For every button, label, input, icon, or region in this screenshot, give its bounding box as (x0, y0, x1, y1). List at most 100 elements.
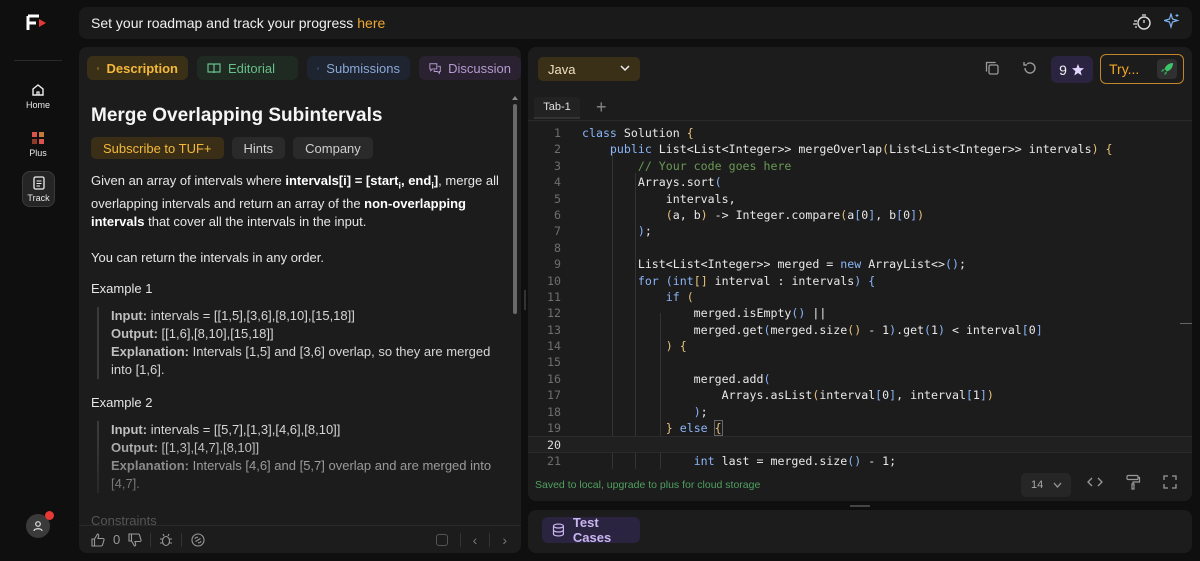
problem-panel: Description Editorial Submissions Discus… (79, 47, 521, 553)
thumbs-up-icon[interactable] (91, 532, 105, 547)
test-cases-panel: Test Cases (528, 510, 1192, 553)
test-cases-label: Test Cases (572, 515, 612, 545)
checkbox[interactable] (435, 533, 448, 546)
footer-divider (459, 532, 461, 547)
home-icon (32, 83, 44, 96)
code-line: 2 public List<List<Integer>> mergeOverla… (554, 142, 1113, 157)
paint-roller-icon[interactable] (1125, 474, 1141, 490)
bug-report-icon[interactable] (159, 533, 173, 547)
nav-track[interactable]: Track (22, 171, 55, 207)
code-editor-panel: Java 9 Try... Tab-1 + 1 class Solution { … (528, 47, 1192, 501)
code-line: 8 (554, 240, 561, 255)
nav-track-label: Track (27, 192, 50, 203)
hints-button[interactable]: Hints (231, 137, 286, 159)
code-line: 19 } else { (547, 420, 723, 437)
code-line: 16 merged.add( (547, 371, 771, 386)
font-size-select[interactable]: 14 (1021, 473, 1071, 497)
problem-footer: 0 ‹ › (79, 525, 521, 553)
saved-status: Saved to local, upgrade to plus for clou… (535, 479, 761, 491)
nav-plus[interactable]: Plus (17, 124, 59, 164)
share-link-icon[interactable] (190, 532, 206, 547)
file-tab[interactable]: Tab-1 (534, 97, 580, 119)
vertical-resize-handle[interactable] (850, 505, 870, 507)
tab-editorial-label: Editorial (228, 60, 275, 76)
try-label: Try... (1109, 61, 1140, 77)
nav-home[interactable]: Home (17, 76, 59, 116)
timer-icon[interactable] (1132, 13, 1152, 31)
star-icon (1071, 63, 1084, 75)
example-1-heading: Example 1 (91, 280, 153, 296)
test-cases-button[interactable]: Test Cases (542, 515, 640, 545)
code-line: 11 if ( (547, 289, 694, 304)
code-line: 6 (a, b) -> Integer.compare(a[0], b[0]) (554, 207, 925, 222)
user-avatar[interactable] (26, 511, 54, 538)
example-1: Input: intervals = [[1,5],[3,6],[8,10],[… (97, 306, 505, 379)
tab-discussion-label: Discussion (448, 60, 511, 76)
language-select[interactable]: Java (538, 57, 640, 81)
code-area[interactable]: 1 class Solution { 2 public List<List<Int… (528, 125, 1192, 469)
problem-title: Merge Overlapping Subintervals (91, 105, 383, 126)
example-2: Input: intervals = [[5,7],[1,3],[4,6],[8… (97, 420, 505, 493)
code-line: 3 // Your code goes here (554, 158, 792, 173)
scroll-up-arrow[interactable] (512, 96, 518, 100)
tab-discussion[interactable]: Discussion (419, 56, 521, 80)
code-line: 10 for (int[] interval : intervals) { (547, 273, 876, 288)
tab-editorial[interactable]: Editorial (197, 56, 298, 80)
reset-icon[interactable] (1022, 60, 1038, 76)
code-line: 18 ); (547, 404, 708, 419)
thumbs-down-icon[interactable] (128, 532, 142, 547)
chevron-down-icon (1053, 482, 1062, 488)
problem-content: Merge Overlapping Subintervals Subscribe… (91, 105, 505, 493)
subscribe-button[interactable]: Subscribe to TUF+ (91, 137, 224, 159)
roadmap-banner: Set your roadmap and track your progress… (79, 7, 1192, 39)
code-line: 4 Arrays.sort( (554, 175, 722, 190)
tab-submissions-label: Submissions (326, 60, 400, 76)
sparkle-icon[interactable] (1164, 13, 1180, 29)
code-line: 7 ); (554, 224, 652, 239)
tab-submissions[interactable]: Submissions (307, 56, 410, 80)
code-line: 1 class Solution { (554, 126, 694, 140)
streak-badge[interactable]: 9 (1051, 56, 1093, 83)
code-line: 12 merged.isEmpty() || (547, 306, 827, 321)
tab-description-label: Description (106, 60, 178, 76)
add-tab-icon[interactable]: + (596, 97, 607, 118)
nav-plus-label: Plus (29, 147, 47, 158)
track-document-icon (32, 175, 45, 190)
document-icon (97, 66, 100, 70)
any-order-note: You can return the intervals in any orde… (91, 249, 324, 265)
app-logo[interactable] (26, 13, 50, 33)
code-line: 14 ) { (547, 339, 687, 354)
footer-divider (489, 532, 491, 547)
try-button[interactable]: Try... (1100, 54, 1184, 84)
streak-count: 9 (1059, 61, 1067, 78)
language-label: Java (548, 61, 576, 77)
prev-problem-icon[interactable]: ‹ (473, 532, 478, 548)
user-icon (33, 521, 43, 532)
code-line-current: 20 (528, 436, 1192, 453)
problem-scrollbar[interactable] (513, 104, 517, 314)
code-line: 5 intervals, (554, 191, 736, 206)
code-format-icon[interactable] (1087, 474, 1103, 490)
fullscreen-icon[interactable] (1162, 474, 1178, 490)
panel-resize-handle[interactable] (524, 290, 526, 310)
font-size-value: 14 (1031, 479, 1044, 491)
file-tabs: Tab-1 + (528, 93, 1192, 121)
footer-divider (150, 532, 152, 547)
banner-text: Set your roadmap and track your progress (91, 15, 354, 31)
copy-icon[interactable] (984, 60, 1000, 76)
next-problem-icon[interactable]: › (502, 532, 507, 548)
clock-icon (317, 66, 320, 70)
chevron-down-icon (620, 65, 630, 72)
rail-divider (14, 60, 62, 61)
left-rail: Home Plus Track (0, 0, 76, 561)
chat-icon (429, 62, 441, 74)
notification-dot (45, 511, 54, 520)
problem-description: Given an array of intervals where interv… (91, 173, 499, 229)
scroll-indicator (1180, 323, 1192, 324)
company-button[interactable]: Company (293, 137, 373, 159)
code-line: 21 int last = merged.size() - 1; (547, 453, 897, 468)
book-icon (207, 63, 221, 74)
banner-link[interactable]: here (357, 15, 385, 31)
footer-divider (181, 532, 183, 547)
tab-description[interactable]: Description (87, 56, 188, 80)
